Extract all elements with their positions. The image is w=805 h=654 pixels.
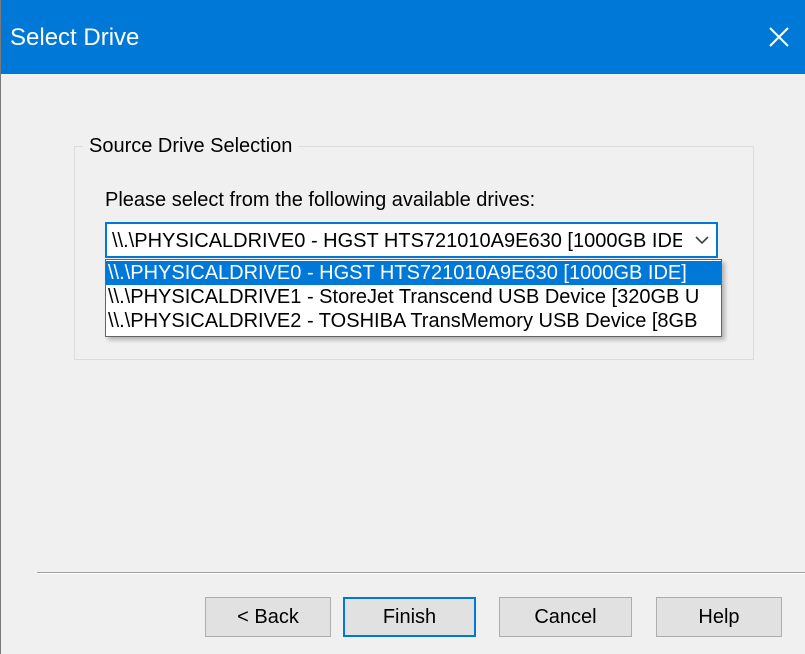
drive-dropdown-list: \\.\PHYSICALDRIVE0 - HGST HTS721010A9E63… (105, 259, 722, 337)
drive-option-0[interactable]: \\.\PHYSICALDRIVE0 - HGST HTS721010A9E63… (106, 261, 721, 285)
title-bar: Select Drive (1, 0, 805, 74)
drive-combobox[interactable]: \\.\PHYSICALDRIVE0 - HGST HTS721010A9E63… (105, 222, 718, 258)
window-title: Select Drive (10, 24, 140, 51)
finish-button[interactable]: Finish (343, 597, 476, 637)
cancel-button[interactable]: Cancel (499, 597, 632, 637)
select-drive-dialog: Select Drive Source Drive Selection Plea… (0, 0, 805, 654)
groupbox-legend: Source Drive Selection (83, 134, 299, 158)
drive-prompt-label: Please select from the following availab… (105, 189, 536, 211)
close-icon (769, 27, 789, 47)
back-button[interactable]: < Back (205, 597, 331, 637)
drive-option-1[interactable]: \\.\PHYSICALDRIVE1 - StoreJet Transcend … (106, 285, 721, 309)
drive-option-2[interactable]: \\.\PHYSICALDRIVE2 - TOSHIBA TransMemory… (106, 309, 721, 333)
footer-separator (37, 572, 805, 574)
help-button[interactable]: Help (656, 597, 782, 637)
chevron-down-icon (695, 236, 709, 245)
drive-combobox-value: \\.\PHYSICALDRIVE0 - HGST HTS721010A9E63… (112, 230, 682, 252)
close-button[interactable] (752, 0, 805, 74)
